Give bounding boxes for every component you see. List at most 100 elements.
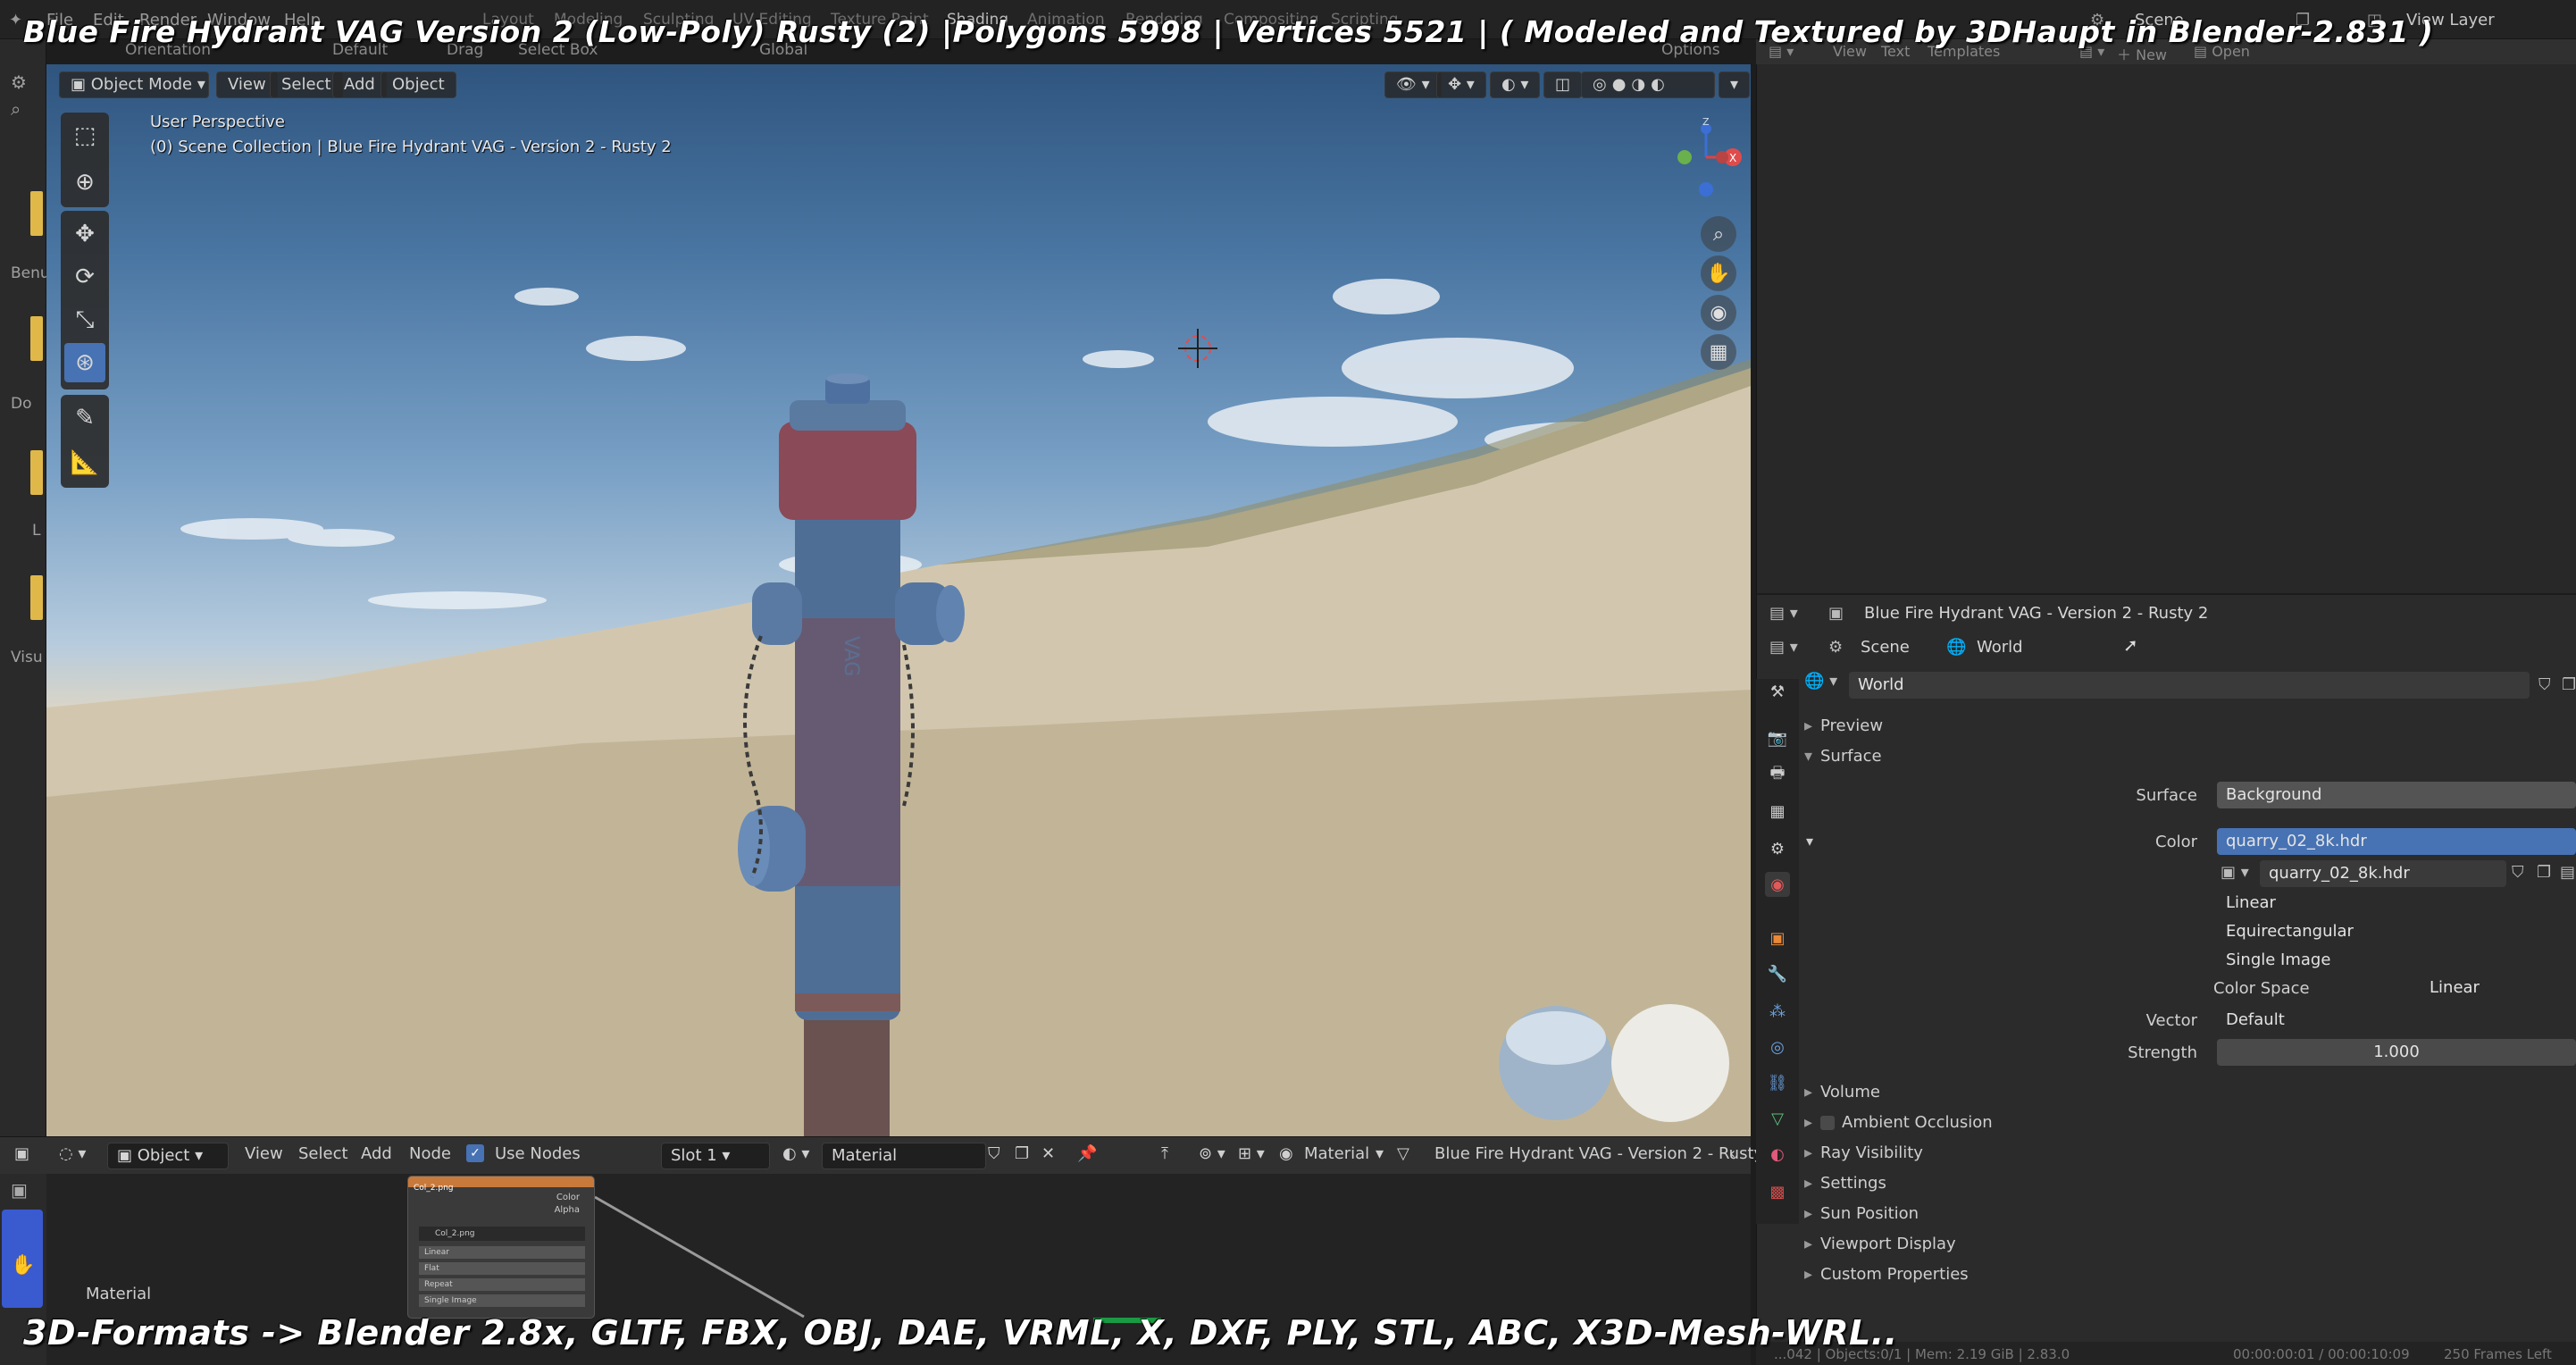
file-icon[interactable] <box>30 575 43 620</box>
visibility-icon[interactable]: 👁 ▾ <box>1384 71 1442 98</box>
object-mode-dropdown[interactable]: ▣ Object Mode ▾ <box>59 71 209 98</box>
xray-toggle-icon[interactable]: ◫ <box>1543 71 1583 98</box>
image-texture-node[interactable]: Col_2.png Color Alpha Col_2.png Linear F… <box>407 1176 595 1319</box>
ambient-occlusion-checkbox[interactable] <box>1820 1116 1835 1130</box>
image-fake-user-icon[interactable]: ⛉ <box>2512 863 2524 882</box>
modifier-tab-icon[interactable]: 🔧 <box>1765 961 1790 986</box>
node-select-menu[interactable]: Select <box>298 1144 348 1163</box>
file-icon[interactable] <box>30 191 43 236</box>
physics-tab-icon[interactable]: ◎ <box>1765 1034 1790 1059</box>
section-settings[interactable]: ▸ Settings <box>1804 1174 1886 1193</box>
gizmo-toggle-icon[interactable]: ✥ ▾ <box>1436 71 1486 98</box>
section-custom-properties[interactable]: ▸ Custom Properties <box>1804 1265 1969 1284</box>
gizmo-neg-z-axis[interactable] <box>1699 182 1713 197</box>
pan-hand-icon[interactable]: ✋ <box>1701 255 1736 291</box>
section-sun-position[interactable]: ▸ Sun Position <box>1804 1204 1919 1223</box>
navigation-gizmo[interactable]: Z X <box>1670 116 1742 198</box>
breadcrumb-scene[interactable]: Scene <box>1861 638 1910 657</box>
overlay-toggle-icon[interactable]: ◐ ▾ <box>1490 71 1541 98</box>
collapse-chevron-icon[interactable]: ‹ <box>1729 1144 1735 1163</box>
rotate-icon[interactable]: ⟳ <box>64 257 105 297</box>
add-menu[interactable]: Add <box>332 71 387 98</box>
shading-mode-icons[interactable]: ◎●◑◐ <box>1581 71 1715 98</box>
particles-tab-icon[interactable]: ⁂ <box>1765 999 1790 1024</box>
node-add-menu[interactable]: Add <box>361 1144 392 1163</box>
object-menu[interactable]: Object <box>381 71 456 98</box>
source-dropdown[interactable]: Single Image <box>2217 947 2576 974</box>
object-type-dropdown[interactable]: ▣ Object ▾ <box>107 1143 229 1169</box>
world-name-field[interactable]: World <box>1849 672 2530 699</box>
texture-tab-icon[interactable]: ▩ <box>1765 1179 1790 1204</box>
image-open-icon[interactable]: ▤ <box>2560 863 2575 882</box>
transform-icon[interactable]: ⊛ <box>64 343 105 382</box>
zoom-icon[interactable]: ⌕ <box>1701 216 1736 252</box>
properties-options-icon[interactable]: ▤ ▾ <box>1769 638 1798 657</box>
measure-icon[interactable]: 📐 <box>64 443 105 482</box>
file-icon[interactable] <box>30 450 43 495</box>
material-name-field[interactable]: Material <box>822 1143 986 1169</box>
gizmo-y-axis[interactable] <box>1677 150 1692 164</box>
image-browse-icon[interactable]: ▣ ▾ <box>2221 863 2249 882</box>
vector-input-field[interactable]: Default <box>2217 1007 2576 1034</box>
properties-editor-type-icon[interactable]: ▤ ▾ <box>1769 604 1798 623</box>
select-box-icon[interactable]: ⬚ <box>64 116 105 155</box>
shader-type-chevron-icon[interactable]: ▾ <box>1376 1144 1384 1163</box>
image-duplicate-icon[interactable]: ❐ <box>2537 863 2551 882</box>
pinned-object-icon[interactable]: ▣ <box>1828 604 1844 623</box>
shader-editor-icon[interactable]: ◌ ▾ <box>59 1144 86 1163</box>
snapping-icon[interactable]: ⊞ ▾ <box>1238 1144 1265 1163</box>
node-node-menu[interactable]: Node <box>409 1144 451 1163</box>
snap-icon[interactable]: ⤒ <box>1161 1144 1168 1163</box>
node-source[interactable]: Single Image <box>419 1294 585 1307</box>
node-output-alpha[interactable]: Alpha <box>555 1205 580 1215</box>
output-tab-icon[interactable]: 🖶 <box>1765 763 1790 788</box>
strength-slider[interactable]: 1.000 <box>2217 1039 2576 1066</box>
text-editor-area[interactable] <box>1756 39 2576 593</box>
unlink-material-icon[interactable]: ✕ <box>1041 1144 1055 1163</box>
section-viewport-display[interactable]: ▸ Viewport Display <box>1804 1235 1956 1253</box>
shading-options-icon[interactable]: ▾ <box>1719 71 1751 98</box>
interpolation-dropdown[interactable]: Linear <box>2217 890 2576 917</box>
editor-type-icon[interactable]: ▣ <box>14 1144 29 1163</box>
node-extension[interactable]: Repeat <box>419 1278 585 1291</box>
move-icon[interactable]: ✥ <box>64 214 105 254</box>
view-layer-tab-icon[interactable]: ▦ <box>1765 799 1790 824</box>
3d-cursor-icon[interactable] <box>1178 329 1217 368</box>
material-browse-icon[interactable]: ◐ ▾ <box>782 1144 809 1163</box>
world-tab-icon[interactable]: ◉ <box>1765 872 1790 897</box>
world-fake-user-icon[interactable]: ⛉ <box>2538 675 2551 694</box>
node-view-menu[interactable]: View <box>245 1144 283 1163</box>
data-tab-icon[interactable]: ▽ <box>1765 1106 1790 1131</box>
node-projection[interactable]: Flat <box>419 1262 585 1275</box>
color-space-dropdown[interactable]: Linear <box>2421 975 2576 1001</box>
node-interpolation[interactable]: Linear <box>419 1246 585 1259</box>
image-name-field[interactable]: quarry_02_8k.hdr <box>2260 860 2506 887</box>
gizmo-neg-x-axis[interactable] <box>1716 151 1728 163</box>
cursor-icon[interactable]: ⊕ <box>64 163 105 202</box>
color-expand-icon[interactable]: ▾ <box>1806 833 1813 850</box>
color-input-field[interactable]: quarry_02_8k.hdr <box>2217 828 2576 855</box>
render-tab-icon[interactable]: 📷 <box>1765 725 1790 750</box>
tool-tab-icon[interactable]: ⚒ <box>1765 679 1790 704</box>
camera-icon[interactable]: ◉ <box>1701 295 1736 331</box>
object-tab-icon[interactable]: ▣ <box>1765 925 1790 950</box>
tools-icon[interactable]: ⚙ <box>11 71 27 93</box>
surface-shader-field[interactable]: Background <box>2217 782 2576 808</box>
node-image-field[interactable]: Col_2.png <box>419 1227 585 1241</box>
grid-perspective-icon[interactable]: ▦ <box>1701 334 1736 370</box>
section-surface[interactable]: ▾ Surface <box>1804 747 1882 766</box>
file-icon[interactable] <box>30 316 43 361</box>
world-browse-icon[interactable]: 🌐 ▾ <box>1804 672 1837 691</box>
pin-icon[interactable]: 📌 <box>1077 1144 1097 1163</box>
section-ambient-occlusion[interactable]: ▸ Ambient Occlusion <box>1804 1113 1993 1132</box>
duplicate-material-icon[interactable]: ❐ <box>1015 1144 1029 1163</box>
projection-dropdown[interactable]: Equirectangular <box>2217 918 2576 945</box>
scene-tab-icon[interactable]: ⚙ <box>1765 836 1790 861</box>
3d-viewport[interactable]: VAG Z X ⌕ ✋ ◉ ▦ User Perspective (0) Sce… <box>46 64 1751 1136</box>
search-icon[interactable]: ⌕ <box>11 98 21 120</box>
node-header[interactable]: Col_2.png <box>408 1177 594 1193</box>
section-volume[interactable]: ▸ Volume <box>1804 1083 1880 1101</box>
fake-user-shield-icon[interactable]: ⛉ <box>988 1144 1000 1163</box>
annotate-icon[interactable]: ✎ <box>64 398 105 438</box>
use-nodes-checkbox[interactable]: ✓ <box>466 1144 484 1162</box>
